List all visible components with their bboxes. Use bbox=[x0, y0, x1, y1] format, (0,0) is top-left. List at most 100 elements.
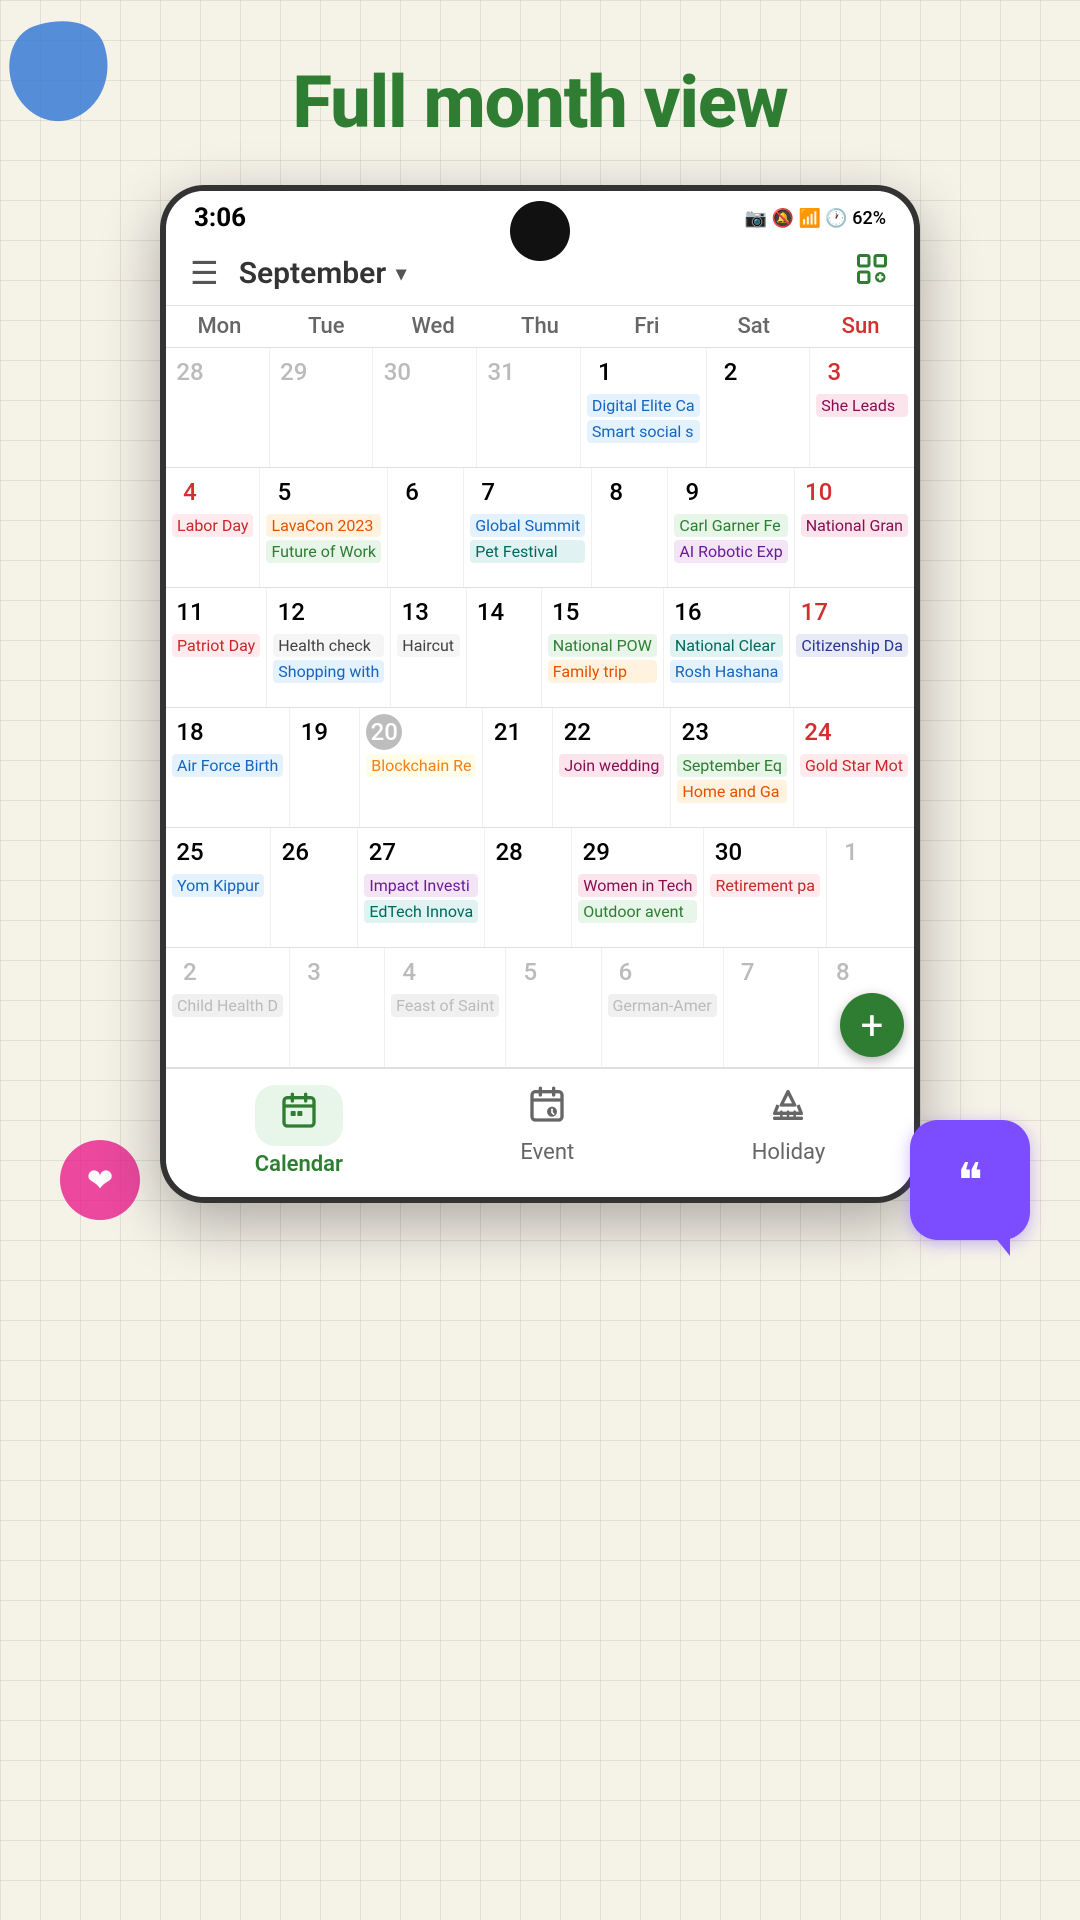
event-feast-saint[interactable]: Feast of Saint bbox=[391, 994, 499, 1017]
event-nav-icon bbox=[527, 1085, 567, 1134]
event-air-force[interactable]: Air Force Birth bbox=[172, 754, 283, 777]
calendar-cell-oct5[interactable]: 5 bbox=[506, 948, 601, 1067]
settings-icon[interactable] bbox=[854, 251, 890, 295]
event-home-garden[interactable]: Home and Ga bbox=[677, 780, 787, 803]
calendar-cell-sep15[interactable]: 15 National POW Family trip bbox=[542, 588, 664, 707]
calendar-cell-31-prev[interactable]: 31 bbox=[477, 348, 581, 467]
calendar-cell-sep11[interactable]: 11 Patriot Day bbox=[166, 588, 267, 707]
event-german-amer[interactable]: German-Amer bbox=[608, 994, 717, 1017]
day-header-fri: Fri bbox=[593, 314, 700, 339]
calendar-cell-oct2[interactable]: 2 Child Health D bbox=[166, 948, 290, 1067]
nav-holiday-label: Holiday bbox=[752, 1140, 826, 1165]
event-gold-star[interactable]: Gold Star Mot bbox=[800, 754, 908, 777]
event-blockchain[interactable]: Blockchain Re bbox=[366, 754, 476, 777]
nav-event[interactable]: Event bbox=[520, 1085, 574, 1177]
fab-add-button[interactable]: + bbox=[840, 993, 904, 1057]
day-header-thu: Thu bbox=[487, 314, 594, 339]
calendar-cell-oct7[interactable]: 7 bbox=[724, 948, 819, 1067]
hamburger-icon[interactable]: ☰ bbox=[190, 254, 219, 292]
day-header-tue: Tue bbox=[273, 314, 380, 339]
event-national-gran[interactable]: National Gran bbox=[801, 514, 908, 537]
event-health-check[interactable]: Health check bbox=[273, 634, 384, 657]
event-carl-garner[interactable]: Carl Garner Fe bbox=[674, 514, 787, 537]
event-pet-festival[interactable]: Pet Festival bbox=[470, 540, 585, 563]
calendar-cell-oct1[interactable]: 1 bbox=[827, 828, 914, 947]
calendar-week-4: 18 Air Force Birth 19 20 Blockchain Re 2… bbox=[166, 708, 914, 828]
nav-event-label: Event bbox=[520, 1140, 574, 1165]
calendar-cell-oct4[interactable]: 4 Feast of Saint bbox=[385, 948, 506, 1067]
nav-holiday[interactable]: Holiday bbox=[752, 1085, 826, 1177]
calendar-cell-sep16[interactable]: 16 National Clear Rosh Hashana bbox=[664, 588, 790, 707]
event-family-trip[interactable]: Family trip bbox=[548, 660, 657, 683]
calendar-cell-sep23[interactable]: 23 September Eq Home and Ga bbox=[671, 708, 794, 827]
calendar-cell-oct6[interactable]: 6 German-Amer bbox=[602, 948, 724, 1067]
event-child-health[interactable]: Child Health D bbox=[172, 994, 283, 1017]
calendar-cell-sep22[interactable]: 22 Join wedding bbox=[553, 708, 671, 827]
event-national-pow[interactable]: National POW bbox=[548, 634, 657, 657]
event-global-summit[interactable]: Global Summit bbox=[470, 514, 585, 537]
calendar-cell-sep25[interactable]: 25 Yom Kippur bbox=[166, 828, 271, 947]
event-digital-elite[interactable]: Digital Elite Ca bbox=[587, 394, 700, 417]
event-national-clean[interactable]: National Clear bbox=[670, 634, 783, 657]
event-smart-social[interactable]: Smart social s bbox=[587, 420, 700, 443]
camera-notch bbox=[510, 201, 570, 261]
calendar-cell-29-prev[interactable]: 29 bbox=[270, 348, 374, 467]
calendar-cell-sep19[interactable]: 19 bbox=[290, 708, 360, 827]
event-join-wedding[interactable]: Join wedding bbox=[559, 754, 664, 777]
calendar-cell-sep14[interactable]: 14 bbox=[467, 588, 542, 707]
blob-pink-decoration bbox=[60, 1140, 140, 1220]
day-header-wed: Wed bbox=[380, 314, 487, 339]
calendar-cell-sep27[interactable]: 27 Impact Investi EdTech Innova bbox=[358, 828, 485, 947]
calendar-cell-sep30[interactable]: 30 Retirement pa bbox=[704, 828, 826, 947]
calendar-week-5: 25 Yom Kippur 26 27 Impact Investi EdTec… bbox=[166, 828, 914, 948]
calendar-cell-sep18[interactable]: 18 Air Force Birth bbox=[166, 708, 290, 827]
calendar-cell-sep17[interactable]: 17 Citizenship Da bbox=[790, 588, 914, 707]
dropdown-arrow-icon: ▾ bbox=[396, 261, 406, 285]
calendar-cell-sep13[interactable]: 13 Haircut bbox=[391, 588, 466, 707]
calendar-cell-oct8[interactable]: 8 + bbox=[819, 948, 914, 1067]
calendar-cell-sep12[interactable]: 12 Health check Shopping with bbox=[267, 588, 391, 707]
event-rosh-hashana[interactable]: Rosh Hashana bbox=[670, 660, 783, 683]
event-yom-kippur[interactable]: Yom Kippur bbox=[172, 874, 264, 897]
calendar-cell-sep24[interactable]: 24 Gold Star Mot bbox=[794, 708, 914, 827]
calendar-cell-sep29[interactable]: 29 Women in Tech Outdoor avent bbox=[572, 828, 704, 947]
event-edtech[interactable]: EdTech Innova bbox=[364, 900, 478, 923]
status-time: 3:06 bbox=[194, 203, 246, 233]
event-future-work[interactable]: Future of Work bbox=[266, 540, 381, 563]
nav-calendar[interactable]: Calendar bbox=[255, 1085, 343, 1177]
calendar-cell-sep9[interactable]: 9 Carl Garner Fe AI Robotic Exp bbox=[668, 468, 794, 587]
event-september-eq[interactable]: September Eq bbox=[677, 754, 787, 777]
calendar-cell-sep20[interactable]: 20 Blockchain Re bbox=[360, 708, 483, 827]
calendar-cell-sep2[interactable]: 2 bbox=[707, 348, 811, 467]
month-selector[interactable]: September ▾ bbox=[239, 256, 406, 291]
event-labor-day[interactable]: Labor Day bbox=[172, 514, 253, 537]
event-ai-robotic[interactable]: AI Robotic Exp bbox=[674, 540, 787, 563]
event-women-tech[interactable]: Women in Tech bbox=[578, 874, 697, 897]
calendar-cell-sep1[interactable]: 1 Digital Elite Ca Smart social s bbox=[581, 348, 707, 467]
calendar-cell-sep8[interactable]: 8 bbox=[592, 468, 668, 587]
event-citizenship-day[interactable]: Citizenship Da bbox=[796, 634, 908, 657]
calendar-cell-sep3[interactable]: 3 She Leads bbox=[810, 348, 914, 467]
month-label: September bbox=[239, 256, 386, 291]
calendar-cell-sep28[interactable]: 28 bbox=[485, 828, 572, 947]
calendar-cell-sep21[interactable]: 21 bbox=[483, 708, 553, 827]
event-lavacon[interactable]: LavaCon 2023 bbox=[266, 514, 381, 537]
event-shopping[interactable]: Shopping with bbox=[273, 660, 384, 683]
event-impact-invest[interactable]: Impact Investi bbox=[364, 874, 478, 897]
event-haircut[interactable]: Haircut bbox=[397, 634, 459, 657]
calendar-cell-sep5[interactable]: 5 LavaCon 2023 Future of Work bbox=[260, 468, 388, 587]
calendar-cell-28-prev[interactable]: 28 bbox=[166, 348, 270, 467]
calendar-cell-30-prev[interactable]: 30 bbox=[373, 348, 477, 467]
calendar-cell-sep6[interactable]: 6 bbox=[388, 468, 464, 587]
phone-frame: 3:06 📷 🔕 📶 🕐 62% ☰ September ▾ Mon Tue W… bbox=[160, 185, 920, 1203]
calendar-cell-oct3[interactable]: 3 bbox=[290, 948, 385, 1067]
calendar-cell-sep10[interactable]: 10 National Gran bbox=[795, 468, 914, 587]
event-outdoor[interactable]: Outdoor avent bbox=[578, 900, 697, 923]
event-retirement[interactable]: Retirement pa bbox=[710, 874, 819, 897]
calendar-cell-sep26[interactable]: 26 bbox=[271, 828, 358, 947]
calendar-cell-sep7[interactable]: 7 Global Summit Pet Festival bbox=[464, 468, 592, 587]
event-she-leads[interactable]: She Leads bbox=[816, 394, 908, 417]
event-patriot-day[interactable]: Patriot Day bbox=[172, 634, 260, 657]
calendar-cell-sep4[interactable]: 4 Labor Day bbox=[166, 468, 260, 587]
day-header-sun: Sun bbox=[807, 314, 914, 339]
